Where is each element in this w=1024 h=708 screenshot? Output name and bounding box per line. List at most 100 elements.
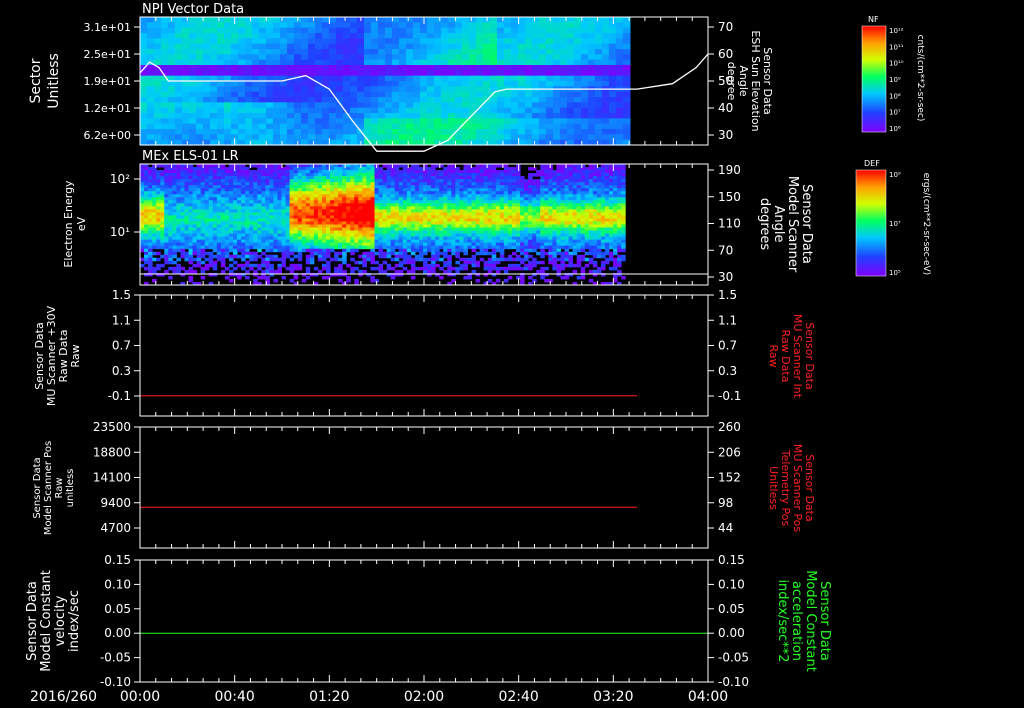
npi-heatmap-cell	[154, 107, 162, 114]
els-heatmap-cell	[216, 191, 222, 195]
npi-heatmap-cell	[216, 59, 225, 66]
els-heatmap-cell	[200, 227, 206, 232]
npi-heatmap-cell	[545, 43, 554, 50]
els-heatmap-cell	[301, 164, 307, 168]
els-heatmap-cell	[524, 224, 529, 229]
els-heatmap-cell	[342, 188, 347, 192]
els-heatmap-cell	[427, 200, 432, 204]
els-heatmap-cell	[297, 230, 303, 235]
npi-heatmap-cell	[265, 86, 274, 93]
els-heatmap-cell	[342, 224, 347, 229]
els-heatmap-cell	[208, 197, 214, 201]
els-heatmap-cell	[406, 227, 412, 232]
els-heatmap-cell	[467, 209, 473, 213]
els-heatmap-cell	[479, 176, 485, 180]
els-heatmap-cell	[528, 185, 533, 189]
els-heatmap-cell	[613, 179, 618, 183]
els-heatmap-cell	[503, 164, 509, 168]
els-heatmap-cell	[289, 215, 295, 219]
els-heatmap-cell	[596, 185, 602, 189]
els-heatmap-cell	[560, 209, 566, 213]
els-heatmap-cell	[338, 173, 343, 177]
npi-heatmap-cell	[587, 91, 596, 98]
els-heatmap-cell	[338, 236, 343, 241]
npi-heatmap-cell	[349, 49, 358, 55]
els-heatmap-cell	[564, 164, 570, 168]
els-heatmap-cell	[394, 191, 400, 195]
npi-heatmap-cell	[293, 97, 302, 103]
els-heatmap-cell	[144, 170, 149, 174]
els-heatmap-cell	[507, 179, 513, 183]
npi-heatmap-cell	[363, 70, 372, 77]
npi-heatmap-cell	[489, 70, 498, 77]
els-heatmap-cell	[390, 194, 396, 198]
els-heatmap-cell	[479, 182, 485, 186]
els-heatmap-cell	[596, 200, 602, 204]
npi-heatmap-cell	[181, 134, 190, 141]
els-heatmap-cell	[293, 230, 299, 235]
els-heatmap-cell	[418, 188, 424, 192]
els-heatmap-cell	[346, 233, 351, 238]
npi-heatmap-cell	[454, 102, 463, 109]
els-heatmap-cell	[374, 194, 380, 198]
els-heatmap-cell	[257, 218, 262, 222]
els-heatmap-cell	[330, 173, 335, 177]
els-heatmap-cell	[544, 209, 549, 213]
npi-heatmap-cell	[454, 86, 463, 93]
npi-heatmap-cell	[321, 38, 330, 45]
npi-heatmap-cell	[272, 129, 281, 135]
npi-heatmap-cell	[300, 33, 309, 39]
els-heatmap-cell	[402, 170, 408, 174]
els-heatmap-cell	[289, 239, 295, 244]
els-heatmap-cell	[600, 221, 606, 225]
els-heatmap-cell	[608, 218, 614, 222]
els-heatmap-cell	[160, 239, 165, 244]
npi-heatmap-cell	[188, 81, 197, 87]
els-heatmap-cell	[394, 242, 400, 247]
els-heatmap-cell	[261, 182, 266, 186]
els-heatmap-cell	[600, 227, 606, 232]
els-heatmap-cell	[511, 215, 517, 219]
els-heatmap-cell	[228, 200, 234, 204]
npi-heatmap-cell	[573, 33, 582, 39]
npi-heatmap-cell	[615, 97, 624, 103]
els-heatmap-cell	[548, 194, 553, 198]
npi-heatmap-cell	[307, 129, 316, 135]
els-heatmap-cell	[237, 212, 242, 216]
els-heatmap-cell	[273, 233, 278, 238]
els-heatmap-cell	[382, 218, 388, 222]
els-heatmap-cell	[520, 233, 525, 238]
els-heatmap-cell	[208, 224, 214, 229]
npi-heatmap-cell	[587, 75, 596, 82]
npi-heatmap-cell	[154, 118, 162, 125]
els-heatmap-cell	[301, 185, 307, 189]
npi-heatmap-cell	[601, 65, 610, 71]
els-heatmap-cell	[483, 206, 489, 210]
npi-heatmap-cell	[140, 33, 148, 39]
els-heatmap-cell	[552, 215, 557, 219]
els-heatmap-cell	[455, 212, 460, 216]
els-heatmap-cell	[588, 209, 594, 213]
els-heatmap-cell	[588, 173, 594, 177]
npi-heatmap-cell	[601, 91, 610, 98]
npi-heatmap-cell	[167, 43, 176, 50]
els-heatmap-cell	[249, 185, 254, 189]
npi-heatmap-cell	[601, 54, 610, 61]
els-heatmap-cell	[503, 167, 509, 171]
els-heatmap-cell	[572, 212, 578, 216]
npi-heatmap-cell	[391, 70, 400, 77]
els-heatmap-cell	[168, 206, 173, 210]
els-heatmap-cell	[168, 200, 173, 204]
els-heatmap-cell	[220, 173, 226, 177]
els-heatmap-cell	[568, 239, 574, 244]
npi-heatmap-cell	[622, 107, 631, 114]
npi-heatmap-cell	[230, 38, 239, 45]
els-heatmap-cell	[342, 209, 347, 213]
els-heatmap-cell	[507, 242, 513, 247]
els-heatmap-cell	[277, 242, 282, 247]
npi-heatmap-cell	[174, 97, 183, 103]
left-tick-label: 2.5e+01	[84, 48, 131, 61]
els-heatmap-cell	[192, 227, 198, 232]
els-heatmap-cell	[228, 191, 234, 195]
npi-heatmap-cell	[391, 49, 400, 55]
